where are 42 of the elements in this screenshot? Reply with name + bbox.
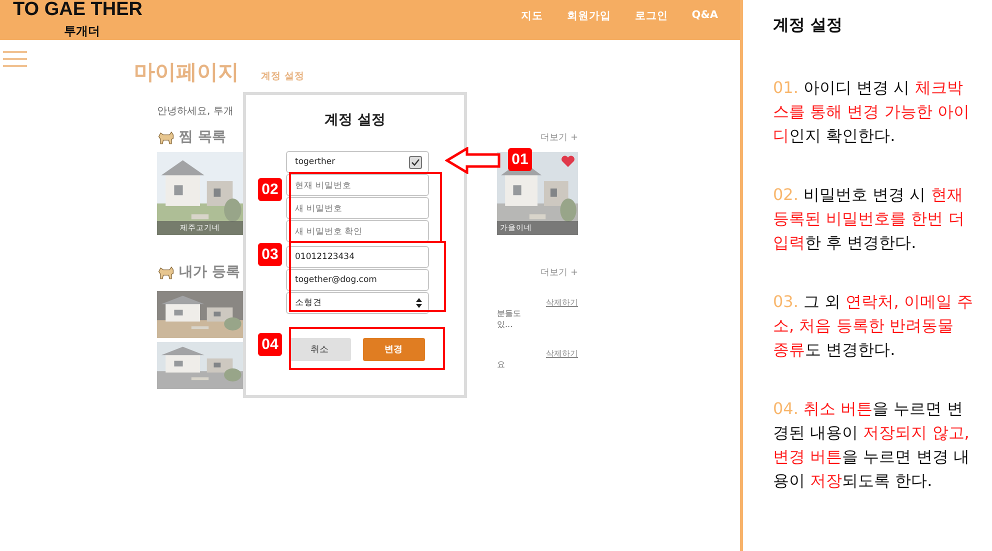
dog-icon xyxy=(157,130,175,144)
step-description: 02. 비밀번호 변경 시 현재 등록된 비밀번호를 한번 더 입력 한 후 변경한다. xyxy=(773,184,966,254)
nav-link[interactable]: 지도 xyxy=(520,9,543,23)
modal-title: 계정 설정 xyxy=(324,111,386,129)
password-field[interactable]: 새 비밀번호 xyxy=(286,197,429,219)
step-badge: 04 xyxy=(258,333,282,356)
nav-link[interactable]: 로그인 xyxy=(634,9,668,23)
post-snippet: 분들도 xyxy=(497,308,522,319)
dropdown-arrows-icon xyxy=(416,298,422,308)
more-link[interactable]: 더보기 + xyxy=(540,130,578,144)
phone-field[interactable]: 01012123434 xyxy=(286,246,429,268)
logo-subtitle: 투개더 xyxy=(64,23,100,40)
checkbox[interactable] xyxy=(409,156,422,168)
cancel-button[interactable]: 취소 xyxy=(288,338,350,361)
delete-link[interactable]: 삭제하기 xyxy=(546,348,578,359)
nav-link[interactable]: Q&A xyxy=(692,9,718,23)
password-field[interactable]: 새 비밀번호 확인 xyxy=(286,220,429,242)
logo[interactable]: TO GAE THER xyxy=(13,0,142,19)
step-description: 03. 그 외 연락처, 이메일 주소, 처음 등록한 반려동물 종류도 변경한다. xyxy=(773,291,973,361)
description-title: 계정 설정 xyxy=(773,15,844,36)
step-description: 04. 취소 버튼을 누르면 변경된 내용이 저장되지 않고, 변경 버튼을 누르면 변경 내용이 저장되도록 한다. xyxy=(773,398,970,492)
step-badge: 01 xyxy=(508,148,532,171)
id-field[interactable]: togerther xyxy=(286,151,429,173)
greeting: 안녕하세요, 투개 xyxy=(157,105,234,118)
password-field[interactable]: 현재 비밀번호 xyxy=(286,174,429,196)
breed-select[interactable]: 소형견 xyxy=(286,292,429,314)
more-link[interactable]: 더보기 + xyxy=(540,266,578,278)
nav-link[interactable]: 회원가입 xyxy=(566,9,611,23)
delete-link[interactable]: 삭제하기 xyxy=(546,297,578,308)
dog-icon xyxy=(157,264,175,280)
email-field[interactable]: together@dog.com xyxy=(286,269,429,291)
change-button[interactable]: 변경 xyxy=(362,338,424,361)
section-title: 찜 목록 xyxy=(179,128,226,146)
step-description: 01. 아이디 변경 시 체크박스를 통해 변경 가능한 아이디 인지 확인한다. xyxy=(773,77,970,147)
page-title: 마이페이지 xyxy=(134,59,239,86)
post-snippet: 요 xyxy=(497,359,506,370)
step-badge: 02 xyxy=(258,178,282,201)
step-badge: 03 xyxy=(258,243,282,266)
heart-icon[interactable] xyxy=(561,155,575,168)
page-subtitle: 계정 설정 xyxy=(261,70,304,83)
post-snippet: 있... xyxy=(497,319,514,330)
section-title: 내가 등록 xyxy=(179,263,240,281)
